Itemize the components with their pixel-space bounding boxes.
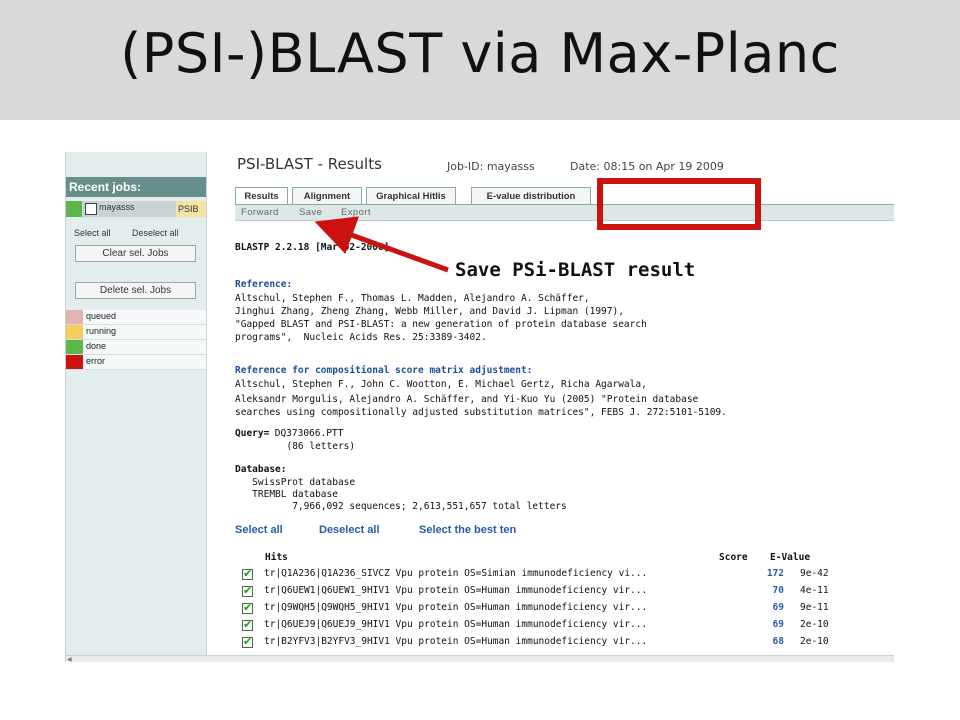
deselect-all-jobs-link[interactable]: Deselect all [132,228,179,238]
job-status-indicator [66,201,82,217]
query-label: Query= [235,428,270,439]
hit-checkbox[interactable] [242,635,253,648]
reference-line: "Gapped BLAST and PSI-BLAST: a new gener… [235,319,647,330]
hit-description-link[interactable]: tr|Q1A236|Q1A236_SIVCZ Vpu protein OS=Si… [264,568,647,579]
query-value: DQ373066.PTT [269,428,344,439]
scroll-left-arrow-icon[interactable]: ◀ [67,656,72,662]
job-date: Date: 08:15 on Apr 19 2009 [570,160,724,173]
hit-description-link[interactable]: tr|Q6UEW1|Q6UEW1_9HIV1 Vpu protein OS=Hu… [264,585,647,596]
hit-checkbox[interactable] [242,601,253,614]
save-link[interactable]: Save [299,207,322,218]
query-letters: (86 letters) [235,441,356,452]
delete-selected-jobs-button[interactable]: Delete sel. Jobs [75,282,196,299]
evalue-column-header: E-Value [770,552,811,563]
legend-done: done [66,340,206,355]
hit-checkbox[interactable] [242,618,253,631]
results-panel: PSI-BLAST - Results Job-ID: mayasss Date… [207,152,894,662]
forward-link[interactable]: Forward [241,207,279,218]
hit-score-link[interactable]: 70 [752,585,784,596]
legend-swatch [66,325,83,339]
hit-score-link[interactable]: 172 [752,568,784,579]
legend-error: error [66,355,206,370]
legend-label: running [86,326,117,336]
annotation-highlight-box [597,178,761,230]
legend-running: running [66,325,206,340]
comp-reference-heading: Reference for compositional score matrix… [235,365,533,376]
database-line: SwissProt database [235,477,356,488]
database-line: TREMBL database [235,489,338,500]
browser-screenshot: Recent jobs: mayasss PSIB Select all Des… [65,152,894,662]
hit-row: tr|Q1A236|Q1A236_SIVCZ Vpu protein OS=Si… [242,567,882,584]
blast-version: BLASTP 2.2.18 [Mar-02-2008] [235,242,390,253]
legend-swatch [66,355,83,369]
database-line: 7,966,092 sequences; 2,613,551,657 total… [235,501,567,512]
hit-row: tr|Q6UEJ9|Q6UEJ9_9HIV1 Vpu protein OS=Hu… [242,618,882,635]
comp-reference-line: Aleksandr Morgulis, Alejandro A. Schäffe… [235,394,699,405]
hit-row: tr|B2YFV3|B2YFV3_9HIV1 Vpu protein OS=Hu… [242,635,882,652]
legend-queued: queued [66,310,206,325]
job-type-badge: PSIB [176,201,206,217]
comp-reference-line: Altschul, Stephen F., John C. Wootton, E… [235,379,647,390]
reference-line: programs", Nucleic Acids Res. 25:3389-34… [235,332,487,343]
hits-column-header: Hits [265,552,288,563]
reference-line: Altschul, Stephen F., Thomas L. Madden, … [235,293,590,304]
hit-evalue: 4e-11 [800,585,829,596]
hit-evalue: 9e-11 [800,602,829,613]
database-label: Database: [235,464,287,475]
hit-row: tr|Q6UEW1|Q6UEW1_9HIV1 Vpu protein OS=Hu… [242,584,882,601]
clear-selected-jobs-button[interactable]: Clear sel. Jobs [75,245,196,262]
export-link[interactable]: Export [341,207,371,218]
job-checkbox[interactable] [85,203,97,215]
page-title: PSI-BLAST - Results [237,155,382,173]
horizontal-scrollbar[interactable]: ◀ [66,655,894,662]
hit-checkbox[interactable] [242,584,253,597]
tab-results[interactable]: Results [235,187,288,204]
hit-evalue: 2e-10 [800,619,829,630]
tab-graphical-hitlist[interactable]: Graphical Hitlis [366,187,456,204]
job-row[interactable]: mayasss PSIB [66,201,206,217]
deselect-all-hits-link[interactable]: Deselect all [319,524,380,536]
hit-evalue: 9e-42 [800,568,829,579]
legend-label: error [86,356,106,366]
hit-checkbox[interactable] [242,567,253,580]
reference-heading: Reference: [235,279,293,290]
action-bar: Forward Save Export [235,205,894,221]
select-best-ten-link[interactable]: Select the best ten [419,524,516,536]
reference-line: Jinghui Zhang, Zheng Zhang, Webb Miller,… [235,306,624,317]
legend-label: queued [86,311,117,321]
tab-evalue-distribution[interactable]: E-value distribution [471,187,591,204]
comp-reference-line: searches using compositionally adjusted … [235,407,727,418]
hit-row: tr|Q9WQH5|Q9WQH5_9HIV1 Vpu protein OS=Hu… [242,601,882,618]
annotation-label: Save PSi-BLAST result [455,259,696,281]
legend-label: done [86,341,107,351]
hit-score-link[interactable]: 69 [752,602,784,613]
hit-description-link[interactable]: tr|Q9WQH5|Q9WQH5_9HIV1 Vpu protein OS=Hu… [264,602,647,613]
hit-evalue: 2e-10 [800,636,829,647]
sidebar: Recent jobs: mayasss PSIB Select all Des… [66,152,207,662]
select-all-jobs-link[interactable]: Select all [74,228,111,238]
select-all-hits-link[interactable]: Select all [235,524,283,536]
slide-title: (PSI-)BLAST via Max-Planc [120,22,840,85]
legend-swatch [66,340,83,354]
job-name-link[interactable]: mayasss [99,202,135,212]
hit-description-link[interactable]: tr|Q6UEJ9|Q6UEJ9_9HIV1 Vpu protein OS=Hu… [264,619,647,630]
hit-description-link[interactable]: tr|B2YFV3|B2YFV3_9HIV1 Vpu protein OS=Hu… [264,636,647,647]
legend-swatch [66,310,83,324]
recent-jobs-header: Recent jobs: [66,177,206,197]
job-id: Job-ID: mayasss [447,160,535,173]
score-column-header: Score [719,552,748,563]
hit-score-link[interactable]: 69 [752,619,784,630]
hit-score-link[interactable]: 68 [752,636,784,647]
tab-alignment[interactable]: Alignment [292,187,362,204]
